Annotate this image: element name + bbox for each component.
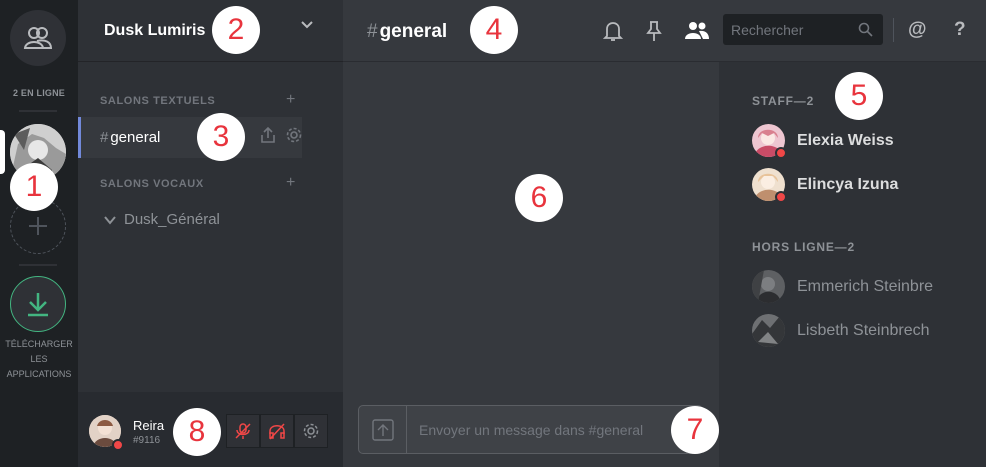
rail-divider xyxy=(19,110,57,112)
channel-name: general xyxy=(110,129,161,146)
channel-sidebar: Dusk Lumiris SALONS TEXTUELS + # general … xyxy=(78,0,343,467)
download-label-line: APPLICATIONS xyxy=(6,369,72,379)
dnd-status-dot xyxy=(112,439,124,451)
selected-server-indicator xyxy=(0,130,5,174)
friends-icon xyxy=(23,27,53,49)
plus-icon xyxy=(29,217,47,235)
search-input[interactable]: Rechercher xyxy=(731,22,803,38)
user-discriminator: #9116 xyxy=(133,435,161,446)
annotation-marker: 2 xyxy=(212,6,260,54)
member-item[interactable]: Emmerich Steinbre xyxy=(752,266,972,306)
member-name: Lisbeth Steinbrech xyxy=(797,322,930,339)
headphones-muted-icon xyxy=(269,423,285,440)
annotation-marker: 7 xyxy=(671,406,719,454)
member-item[interactable]: Elexia Weiss xyxy=(752,120,972,160)
member-category-staff: STAFF—2 xyxy=(752,94,815,108)
annotation-marker: 6 xyxy=(515,174,563,222)
upload-icon xyxy=(371,418,394,441)
avatar xyxy=(752,314,785,347)
invite-icon[interactable] xyxy=(260,126,276,144)
member-item[interactable]: Lisbeth Steinbrech xyxy=(752,310,972,350)
rail-divider xyxy=(19,264,57,266)
pin-icon[interactable] xyxy=(646,20,662,42)
member-item[interactable]: Elincya Izuna xyxy=(752,164,972,204)
mute-button[interactable] xyxy=(226,414,260,448)
annotation-marker: 5 xyxy=(835,72,883,120)
hash-icon: # xyxy=(100,129,109,146)
message-input[interactable]: Envoyer un message dans #general xyxy=(419,422,643,438)
message-area: Envoyer un message dans #general xyxy=(343,0,719,467)
download-apps-label: TÉLÉCHARGER LES APPLICATIONS xyxy=(0,337,78,382)
download-label-line: LES xyxy=(30,354,48,364)
add-text-channel-icon[interactable]: + xyxy=(286,92,295,108)
channel-title: # general xyxy=(367,21,447,43)
friends-button[interactable] xyxy=(10,10,66,66)
gear-icon xyxy=(303,423,319,439)
guild-name: Dusk Lumiris xyxy=(104,22,206,39)
member-list: STAFF—2 Elexia Weiss Elincya Izuna HORS … xyxy=(719,62,986,467)
annotation-marker: 3 xyxy=(197,113,245,161)
download-label-line: TÉLÉCHARGER xyxy=(5,339,73,349)
member-category-offline: HORS LIGNE—2 xyxy=(752,240,855,254)
voice-channel-name: Dusk_Général xyxy=(124,211,220,228)
member-name: Elincya Izuna xyxy=(797,176,899,193)
bell-icon[interactable] xyxy=(603,20,623,42)
annotation-marker: 4 xyxy=(470,6,518,54)
download-apps-button[interactable] xyxy=(10,276,66,332)
mentions-button[interactable]: @ xyxy=(908,19,927,41)
channel-title-text: general xyxy=(379,21,448,42)
toolbar-divider xyxy=(893,18,894,42)
hash-icon: # xyxy=(367,21,378,42)
member-name: Emmerich Steinbre xyxy=(797,278,934,295)
add-voice-channel-icon[interactable]: + xyxy=(286,175,295,191)
channel-label-general: # general xyxy=(100,129,160,146)
user-settings-button[interactable] xyxy=(294,414,328,448)
avatar xyxy=(752,270,785,303)
guild-header[interactable]: Dusk Lumiris xyxy=(78,0,343,62)
voice-channels-category[interactable]: SALONS VOCAUX xyxy=(100,178,204,190)
deafen-button[interactable] xyxy=(260,414,294,448)
gear-icon[interactable] xyxy=(285,126,303,144)
search-box[interactable]: Rechercher xyxy=(723,14,883,45)
voice-channel-item[interactable]: Dusk_Général xyxy=(104,211,220,228)
upload-button[interactable] xyxy=(359,406,407,453)
help-button[interactable]: ? xyxy=(954,19,966,41)
dnd-status-dot xyxy=(775,147,787,159)
member-name: Elexia Weiss xyxy=(797,132,894,149)
search-icon xyxy=(858,22,873,37)
annotation-marker: 1 xyxy=(10,163,58,211)
chevron-down-icon xyxy=(104,216,116,225)
text-channels-category[interactable]: SALONS TEXTUELS xyxy=(100,95,215,107)
dnd-status-dot xyxy=(775,191,787,203)
download-icon xyxy=(28,293,48,317)
online-count: 2 EN LIGNE xyxy=(12,88,65,98)
username: Reira xyxy=(133,418,165,433)
channel-header: # general Rechercher @ ? xyxy=(343,0,986,62)
message-composer[interactable]: Envoyer un message dans #general xyxy=(358,405,703,454)
server-rail: 2 EN LIGNE TÉLÉCHARGER LES APPLICATIONS xyxy=(0,0,78,467)
chevron-down-icon xyxy=(301,21,313,29)
microphone-muted-icon xyxy=(235,423,251,439)
members-icon[interactable] xyxy=(684,20,710,42)
annotation-marker: 8 xyxy=(173,408,221,456)
